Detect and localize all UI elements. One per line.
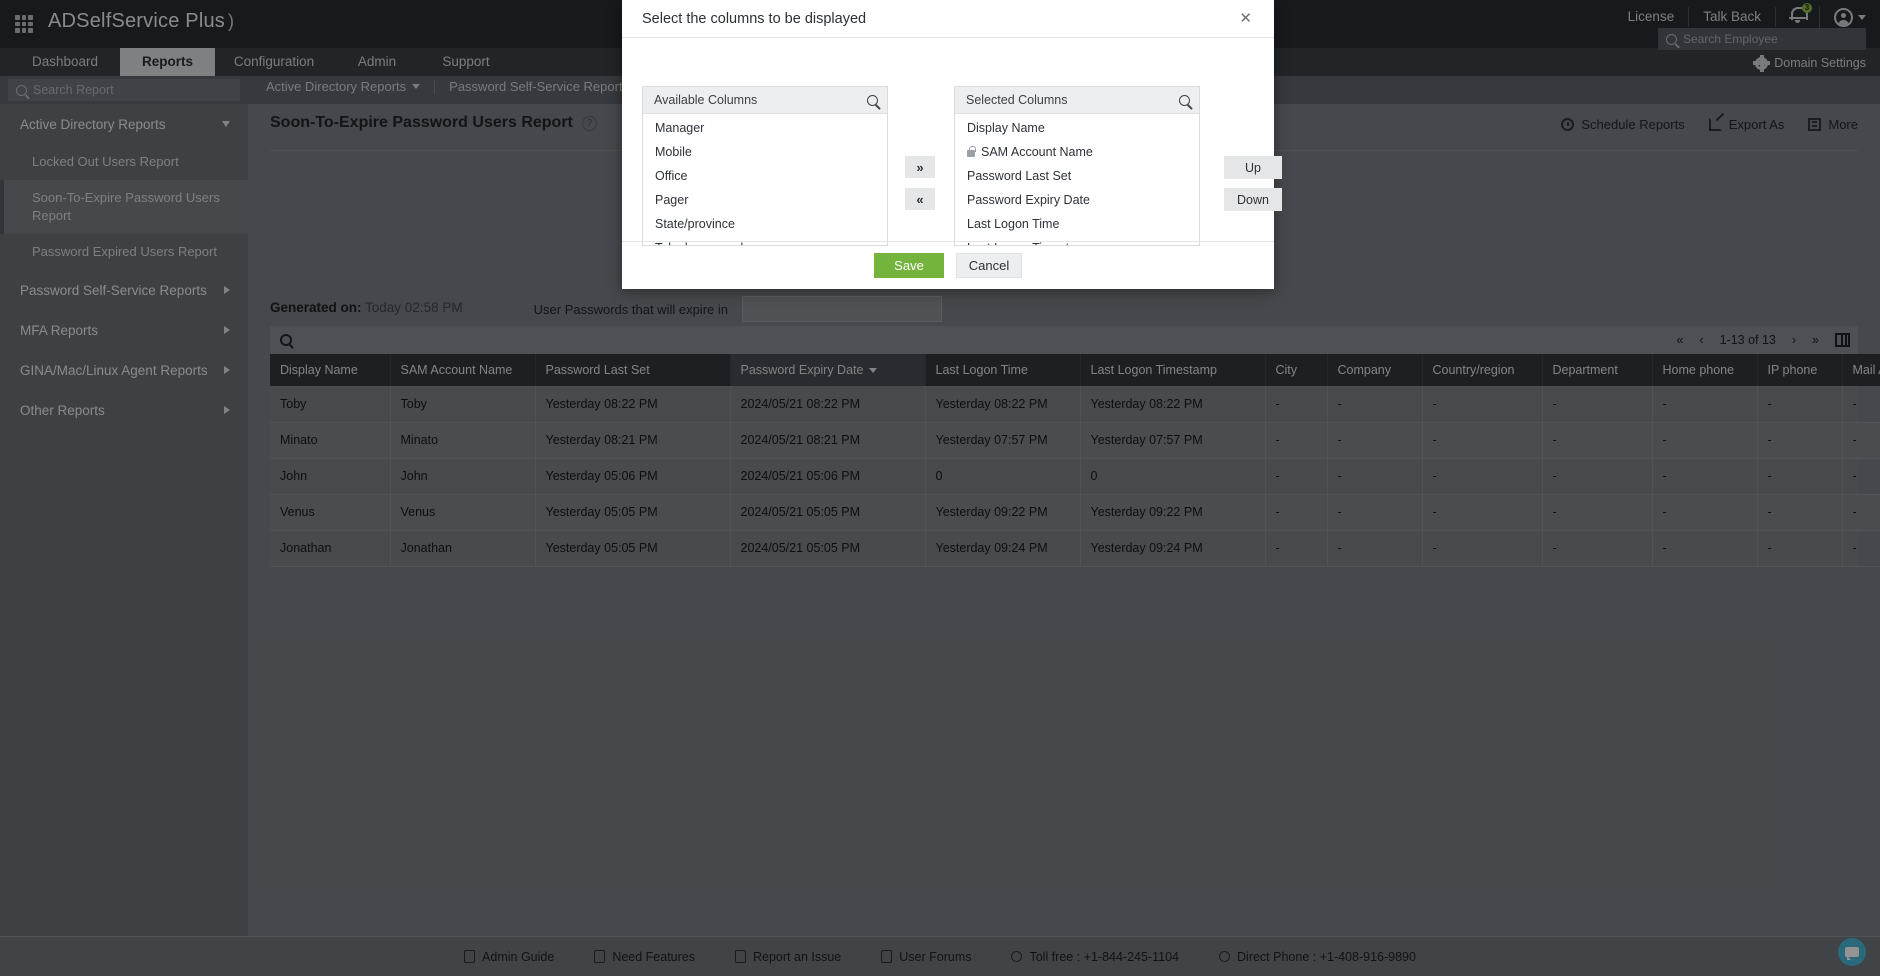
available-columns-header: Available Columns bbox=[643, 87, 887, 114]
option-label: Last Logon Time bbox=[967, 217, 1060, 231]
selected-column-option[interactable]: Display Name bbox=[955, 116, 1199, 140]
cancel-button[interactable]: Cancel bbox=[956, 253, 1022, 278]
option-label: SAM Account Name bbox=[981, 145, 1093, 159]
available-column-option[interactable]: Manager bbox=[643, 116, 887, 140]
option-label: Pager bbox=[655, 193, 689, 207]
save-button[interactable]: Save bbox=[874, 253, 944, 278]
dialog-body: Available Columns Manager Mobile Office Pag… bbox=[622, 38, 1282, 252]
selected-column-option[interactable]: Password Last Set bbox=[955, 164, 1199, 188]
close-icon[interactable]: ✕ bbox=[1233, 7, 1258, 30]
search-icon[interactable] bbox=[1179, 94, 1190, 106]
available-columns-panel: Available Columns Manager Mobile Office Pag… bbox=[642, 86, 888, 246]
move-right-button[interactable]: » bbox=[905, 156, 935, 178]
option-label: State/province bbox=[655, 217, 735, 231]
available-column-option[interactable]: Mobile bbox=[643, 140, 887, 164]
search-icon[interactable] bbox=[867, 94, 878, 106]
move-down-button[interactable]: Down bbox=[1224, 188, 1282, 211]
option-label: Manager bbox=[655, 121, 705, 135]
selected-columns-header: Selected Columns bbox=[955, 87, 1199, 114]
available-column-option[interactable]: Pager bbox=[643, 188, 887, 212]
available-column-option[interactable]: Office bbox=[643, 164, 887, 188]
selected-columns-list[interactable]: Display Name SAM Account Name Password Las… bbox=[955, 114, 1199, 245]
dialog-footer: Save Cancel bbox=[622, 241, 1274, 289]
option-label: Office bbox=[655, 169, 688, 183]
dialog-header: Select the columns to be displayed ✕ bbox=[622, 0, 1274, 38]
selected-column-option[interactable]: Password Expiry Date bbox=[955, 188, 1199, 212]
option-label: Password Last Set bbox=[967, 169, 1072, 183]
selected-column-option[interactable]: SAM Account Name bbox=[955, 140, 1199, 164]
available-columns-title: Available Columns bbox=[654, 93, 758, 107]
available-columns-list[interactable]: ManagerMobileOfficePagerState/provinceTe… bbox=[643, 114, 887, 245]
dialog-title: Select the columns to be displayed bbox=[642, 10, 867, 27]
option-label: Mobile bbox=[655, 145, 692, 159]
selected-columns-panel: Selected Columns Display Name SAM Account… bbox=[954, 86, 1200, 246]
option-label: Password Expiry Date bbox=[967, 193, 1090, 207]
selected-columns-title: Selected Columns bbox=[966, 93, 1068, 107]
lock-icon bbox=[967, 145, 976, 157]
option-label: Display Name bbox=[967, 121, 1045, 135]
available-column-option[interactable]: State/province bbox=[643, 212, 887, 236]
column-selector-dialog: Select the columns to be displayed ✕ Ava… bbox=[622, 0, 1282, 289]
selected-column-option[interactable]: Last Logon Time bbox=[955, 212, 1199, 236]
reorder-buttons: Up Down bbox=[1224, 156, 1282, 211]
move-left-button[interactable]: « bbox=[905, 188, 935, 210]
move-up-button[interactable]: Up bbox=[1224, 156, 1282, 179]
transfer-buttons: » « bbox=[905, 156, 935, 210]
